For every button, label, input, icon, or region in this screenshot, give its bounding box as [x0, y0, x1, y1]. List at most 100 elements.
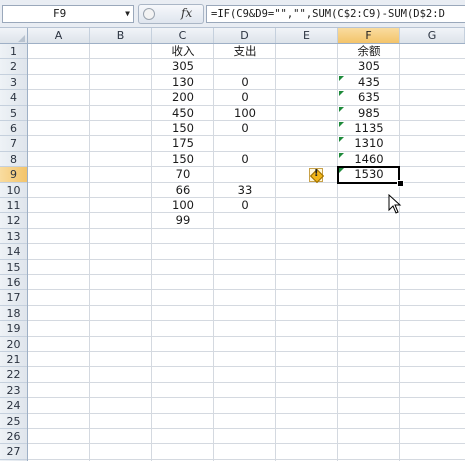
cell-c9[interactable]: 70 [152, 167, 214, 182]
cell-d1[interactable]: 支出 [214, 44, 276, 59]
formula-input[interactable]: =IF(C9&D9="","",SUM(C$2:C9)-SUM(D$2:D [206, 5, 465, 23]
cell-f1[interactable]: 余额 [338, 44, 400, 59]
column-header-c[interactable]: C [152, 28, 214, 43]
cell-c6[interactable]: 150 [152, 121, 214, 136]
grid-line [28, 320, 465, 322]
row-header-21[interactable]: 21 [0, 352, 27, 368]
cell-f8[interactable]: 1460 [338, 152, 400, 167]
row-header-6[interactable]: 6 [0, 121, 27, 137]
chevron-down-icon[interactable]: ▼ [125, 6, 130, 22]
grid-line [28, 227, 465, 229]
error-warning-icon[interactable] [309, 168, 323, 183]
cell-c2[interactable]: 305 [152, 59, 214, 74]
cell-c4[interactable]: 200 [152, 90, 214, 105]
formula-bar: F9 ▼ fx =IF(C9&D9="","",SUM(C$2:C9)-SUM(… [0, 0, 465, 28]
cell-d10[interactable]: 33 [214, 183, 276, 198]
row-header-2[interactable]: 2 [0, 59, 27, 75]
grid-line [28, 366, 465, 368]
error-indicator-icon [339, 152, 344, 158]
cancel-circle-icon[interactable] [143, 8, 155, 20]
grid-line [28, 274, 465, 275]
row-header-5[interactable]: 5 [0, 106, 27, 121]
column-header-g[interactable]: G [400, 28, 465, 43]
column-headers: A B C D E F G [0, 28, 465, 44]
grid-line [28, 412, 465, 414]
column-header-f[interactable]: F [338, 28, 400, 43]
row-header-16[interactable]: 16 [0, 275, 27, 291]
cell-c8[interactable]: 150 [152, 152, 214, 167]
grid-line [89, 44, 90, 461]
sheet-grid[interactable]: 收入 305 130 200 450 150 175 150 70 66 100 99 支出 0 0 100 0… [28, 44, 465, 461]
error-indicator-icon [339, 91, 344, 97]
cell-c12[interactable]: 99 [152, 213, 214, 228]
function-controls: fx [138, 4, 204, 24]
row-header-17[interactable]: 17 [0, 290, 27, 306]
cell-f6[interactable]: 1135 [338, 121, 400, 136]
cell-c10[interactable]: 66 [152, 183, 214, 198]
cell-c1[interactable]: 收入 [152, 44, 214, 59]
row-header-9[interactable]: 9 [0, 167, 27, 183]
row-header-11[interactable]: 11 [0, 198, 27, 214]
cell-d5[interactable]: 100 [214, 106, 276, 121]
row-header-7[interactable]: 7 [0, 136, 27, 152]
grid-line [28, 443, 465, 445]
row-header-15[interactable]: 15 [0, 260, 27, 275]
grid-line [28, 397, 465, 399]
row-header-19[interactable]: 19 [0, 321, 27, 337]
grid-line [28, 428, 465, 429]
cell-f7[interactable]: 1310 [338, 136, 400, 151]
selected-cell-border [337, 166, 400, 184]
cell-f5[interactable]: 985 [338, 106, 400, 121]
cell-c11[interactable]: 100 [152, 198, 214, 213]
column-header-e[interactable]: E [276, 28, 338, 43]
name-box[interactable]: F9 ▼ [2, 5, 134, 23]
cell-d6[interactable]: 0 [214, 121, 276, 136]
row-header-25[interactable]: 25 [0, 414, 27, 429]
row-header-24[interactable]: 24 [0, 398, 27, 414]
error-indicator-icon [339, 75, 344, 81]
cell-d11[interactable]: 0 [214, 198, 276, 213]
grid-line [28, 258, 465, 260]
fill-handle[interactable] [397, 179, 404, 187]
mouse-cursor-icon [388, 194, 402, 214]
error-indicator-icon [339, 106, 344, 112]
cell-d8[interactable]: 0 [214, 152, 276, 167]
row-header-10[interactable]: 10 [0, 183, 27, 198]
row-header-12[interactable]: 12 [0, 213, 27, 229]
row-header-13[interactable]: 13 [0, 229, 27, 245]
grid-line [28, 351, 465, 352]
column-header-d[interactable]: D [214, 28, 276, 43]
row-header-3[interactable]: 3 [0, 75, 27, 91]
row-header-18[interactable]: 18 [0, 306, 27, 322]
cell-c5[interactable]: 450 [152, 106, 214, 121]
insert-function-icon[interactable]: fx [181, 6, 192, 20]
select-all-corner[interactable] [0, 28, 28, 44]
row-headers: 1 2 3 4 5 6 7 8 9 10 11 12 13 14 15 16 17 18 19 20 21 22 23 24 2… [0, 44, 28, 461]
row-header-1[interactable]: 1 [0, 44, 27, 60]
row-header-23[interactable]: 23 [0, 383, 27, 399]
cell-c7[interactable]: 175 [152, 136, 214, 151]
cell-d3[interactable]: 0 [214, 75, 276, 90]
error-indicator-icon [339, 137, 344, 143]
grid-line [28, 458, 465, 460]
row-header-26[interactable]: 26 [0, 429, 27, 445]
cell-c3[interactable]: 130 [152, 75, 214, 90]
row-header-27[interactable]: 27 [0, 444, 27, 460]
grid-line [28, 243, 465, 245]
grid-line [28, 289, 465, 291]
cell-f2[interactable]: 305 [338, 59, 400, 74]
grid-line [28, 304, 465, 306]
grid-line [28, 381, 465, 383]
row-header-4[interactable]: 4 [0, 90, 27, 106]
row-header-14[interactable]: 14 [0, 244, 27, 260]
column-header-a[interactable]: A [28, 28, 90, 43]
cell-d4[interactable]: 0 [214, 90, 276, 105]
cell-f4[interactable]: 635 [338, 90, 400, 105]
row-header-22[interactable]: 22 [0, 367, 27, 383]
name-box-value: F9 [53, 7, 67, 20]
row-header-8[interactable]: 8 [0, 152, 27, 168]
error-indicator-icon [339, 122, 344, 127]
row-header-20[interactable]: 20 [0, 337, 27, 352]
cell-f3[interactable]: 435 [338, 75, 400, 90]
column-header-b[interactable]: B [90, 28, 152, 43]
